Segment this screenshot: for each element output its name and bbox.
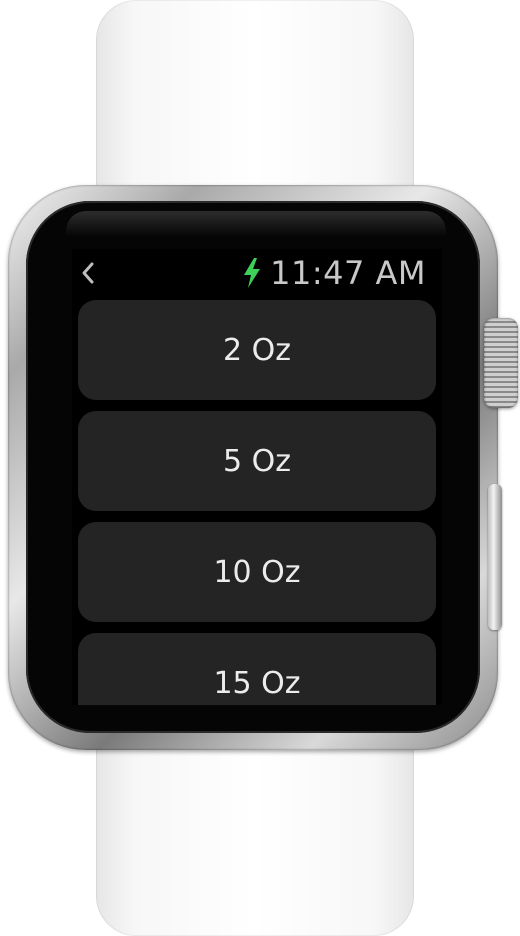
amount-option-10-oz[interactable]: 10 Oz <box>78 522 436 622</box>
amount-option-5-oz[interactable]: 5 Oz <box>78 411 436 511</box>
status-bar: 11:47 AM <box>72 249 442 297</box>
digital-crown[interactable] <box>484 318 518 408</box>
watch-screen: 11:47 AM 2 Oz 5 Oz 10 Oz 15 Oz <box>72 249 442 705</box>
status-time-group: 11:47 AM <box>242 253 426 293</box>
side-button[interactable] <box>488 484 502 630</box>
clock-time: 11:47 AM <box>270 254 426 292</box>
back-button[interactable] <box>76 257 100 289</box>
chevron-left-icon <box>82 262 94 284</box>
glass-reflection <box>66 211 446 237</box>
amount-option-15-oz[interactable]: 15 Oz <box>78 633 436 705</box>
lightning-bolt-icon <box>244 258 261 288</box>
amount-option-2-oz[interactable]: 2 Oz <box>78 300 436 400</box>
